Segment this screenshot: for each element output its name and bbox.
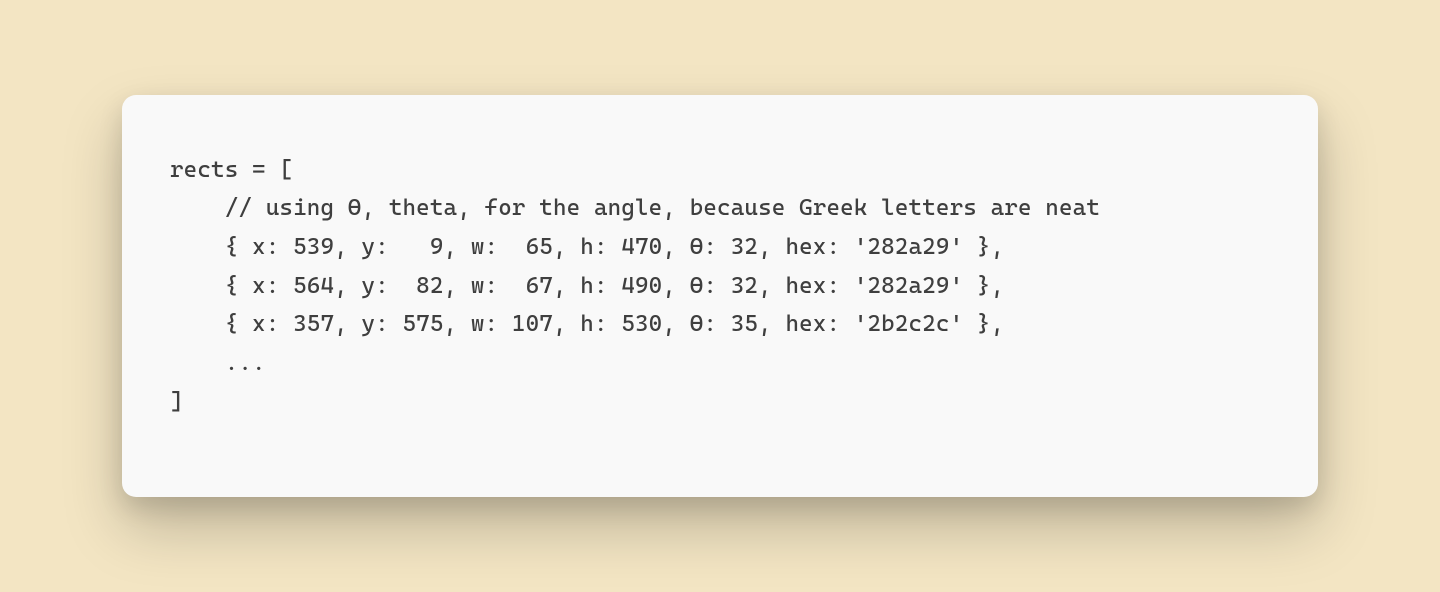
code-line: { x: 539, y: 9, w: 65, h: 470, Θ: 32, he…: [170, 234, 1004, 260]
code-line: { x: 357, y: 575, w: 107, h: 530, Θ: 35,…: [170, 311, 1004, 337]
code-block: rects = [ // using Θ, theta, for the ang…: [170, 151, 1270, 421]
code-line: rects = [: [170, 157, 293, 183]
code-block-card: rects = [ // using Θ, theta, for the ang…: [122, 95, 1318, 497]
code-line: ...: [170, 350, 266, 376]
code-line: ]: [170, 389, 184, 415]
code-line: { x: 564, y: 82, w: 67, h: 490, Θ: 32, h…: [170, 273, 1004, 299]
code-line: // using Θ, theta, for the angle, becaus…: [170, 195, 1100, 221]
